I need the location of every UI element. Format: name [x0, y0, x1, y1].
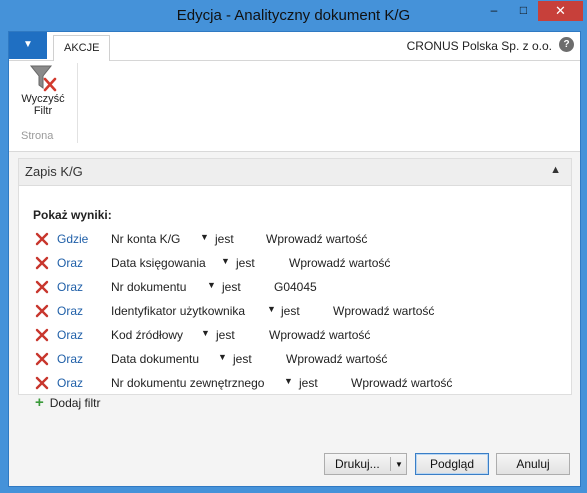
filter-row: Gdzie Nr konta K/G ▼ jest Wprowadź warto… [19, 231, 571, 251]
field-dropdown-icon[interactable]: ▼ [207, 280, 216, 290]
condition-link[interactable]: Oraz [57, 304, 83, 318]
filter-row: Oraz Kod źródłowy ▼ jest Wprowadź wartoś… [19, 327, 571, 347]
collapse-icon[interactable]: ▲ [550, 164, 561, 176]
add-filter-label: Dodaj filtr [49, 396, 101, 410]
field-name[interactable]: Nr dokumentu [111, 280, 186, 294]
field-name[interactable]: Kod źródłowy [111, 328, 183, 342]
condition-link[interactable]: Oraz [57, 352, 83, 366]
clear-filter-label-line1: Wyczyść [21, 93, 65, 105]
content-area: Zapis K/G ▲ Pokaż wyniki: Gdzie Nr konta… [9, 152, 580, 486]
title-bar: Edycja - Analityczny dokument K/G – □ ✕ [0, 0, 587, 34]
filter-row: Oraz Data księgowania ▼ jest Wprowadź wa… [19, 255, 571, 275]
delete-filter-icon[interactable] [35, 256, 49, 270]
delete-filter-icon[interactable] [35, 352, 49, 366]
app-menu-button[interactable]: ▼ [9, 32, 47, 59]
condition-link[interactable]: Oraz [57, 280, 83, 294]
field-name[interactable]: Nr konta K/G [111, 232, 180, 246]
field-name[interactable]: Data dokumentu [111, 352, 199, 366]
condition-link[interactable]: Oraz [57, 256, 83, 270]
operator[interactable]: jest [233, 352, 252, 366]
help-icon[interactable]: ? [559, 37, 574, 52]
field-dropdown-icon[interactable]: ▼ [221, 256, 230, 266]
print-label: Drukuj... [335, 457, 380, 471]
condition-link[interactable]: Oraz [57, 328, 83, 342]
clear-filter-label-line2: Filtr [33, 105, 53, 117]
filter-panel: Zapis K/G ▲ Pokaż wyniki: Gdzie Nr konta… [18, 158, 572, 411]
cancel-button[interactable]: Anuluj [496, 453, 570, 475]
filter-row: Oraz Identyfikator użytkownika ▼ jest Wp… [19, 303, 571, 323]
filter-row: Oraz Nr dokumentu zewnętrznego ▼ jest Wp… [19, 375, 571, 395]
print-button[interactable]: Drukuj... ▼ [324, 453, 407, 475]
filter-value[interactable]: Wprowadź wartość [289, 256, 390, 270]
operator[interactable]: jest [281, 304, 300, 318]
tab-akcje[interactable]: AKCJE [53, 35, 111, 62]
panel-title: Zapis K/G [25, 164, 83, 179]
print-dropdown-icon[interactable]: ▼ [395, 454, 403, 475]
dialog-window: Edycja - Analityczny dokument K/G – □ ✕ … [0, 0, 587, 493]
filter-value[interactable]: Wprowadź wartość [333, 304, 434, 318]
operator[interactable]: jest [222, 280, 241, 294]
filter-value[interactable]: Wprowadź wartość [266, 232, 367, 246]
operator[interactable]: jest [236, 256, 255, 270]
field-dropdown-icon[interactable]: ▼ [284, 376, 293, 386]
operator[interactable]: jest [215, 232, 234, 246]
field-dropdown-icon[interactable]: ▼ [201, 328, 210, 338]
delete-filter-icon[interactable] [35, 280, 49, 294]
preview-button[interactable]: Podgląd [415, 453, 489, 475]
ribbon-group-divider [77, 63, 78, 143]
clear-filter-button[interactable]: Wyczyść Filtr [15, 63, 71, 125]
delete-filter-icon[interactable] [35, 328, 49, 342]
panel-header[interactable]: Zapis K/G ▲ [19, 159, 571, 186]
add-filter-button[interactable]: + Dodaj filtr [35, 394, 100, 411]
filter-value[interactable]: Wprowadź wartość [269, 328, 370, 342]
ribbon-group-label: Strona [21, 130, 54, 142]
ribbon-tab-bar: ▼ AKCJE CRONUS Polska Sp. z o.o. ? [9, 32, 580, 62]
field-dropdown-icon[interactable]: ▼ [200, 232, 209, 242]
filter-value[interactable]: Wprowadź wartość [351, 376, 452, 390]
operator[interactable]: jest [216, 328, 235, 342]
condition-link[interactable]: Gdzie [57, 232, 88, 246]
filter-value[interactable]: G04045 [274, 280, 317, 294]
ribbon-body: Wyczyść Filtr Strona [9, 61, 580, 152]
filter-value[interactable]: Wprowadź wartość [286, 352, 387, 366]
clear-filter-icon [29, 65, 57, 92]
split-divider [390, 457, 391, 471]
delete-filter-icon[interactable] [35, 232, 49, 246]
show-results-label: Pokaż wyniki: [33, 208, 112, 222]
plus-icon: + [35, 394, 44, 411]
maximize-button[interactable]: □ [510, 1, 537, 21]
field-dropdown-icon[interactable]: ▼ [218, 352, 227, 362]
close-button[interactable]: ✕ [538, 1, 583, 21]
filter-row: Oraz Nr dokumentu ▼ jest G04045 [19, 279, 571, 299]
filter-row: Oraz Data dokumentu ▼ jest Wprowadź wart… [19, 351, 571, 371]
delete-filter-icon[interactable] [35, 376, 49, 390]
condition-link[interactable]: Oraz [57, 376, 83, 390]
minimize-button[interactable]: – [480, 1, 508, 21]
field-name[interactable]: Nr dokumentu zewnętrznego [111, 376, 264, 390]
delete-filter-icon[interactable] [35, 304, 49, 318]
company-name: CRONUS Polska Sp. z o.o. [406, 39, 552, 53]
field-name[interactable]: Identyfikator użytkownika [111, 304, 245, 318]
field-dropdown-icon[interactable]: ▼ [267, 304, 276, 314]
client-area: ▼ AKCJE CRONUS Polska Sp. z o.o. ? Wyczy… [8, 31, 581, 487]
operator[interactable]: jest [299, 376, 318, 390]
field-name[interactable]: Data księgowania [111, 256, 206, 270]
